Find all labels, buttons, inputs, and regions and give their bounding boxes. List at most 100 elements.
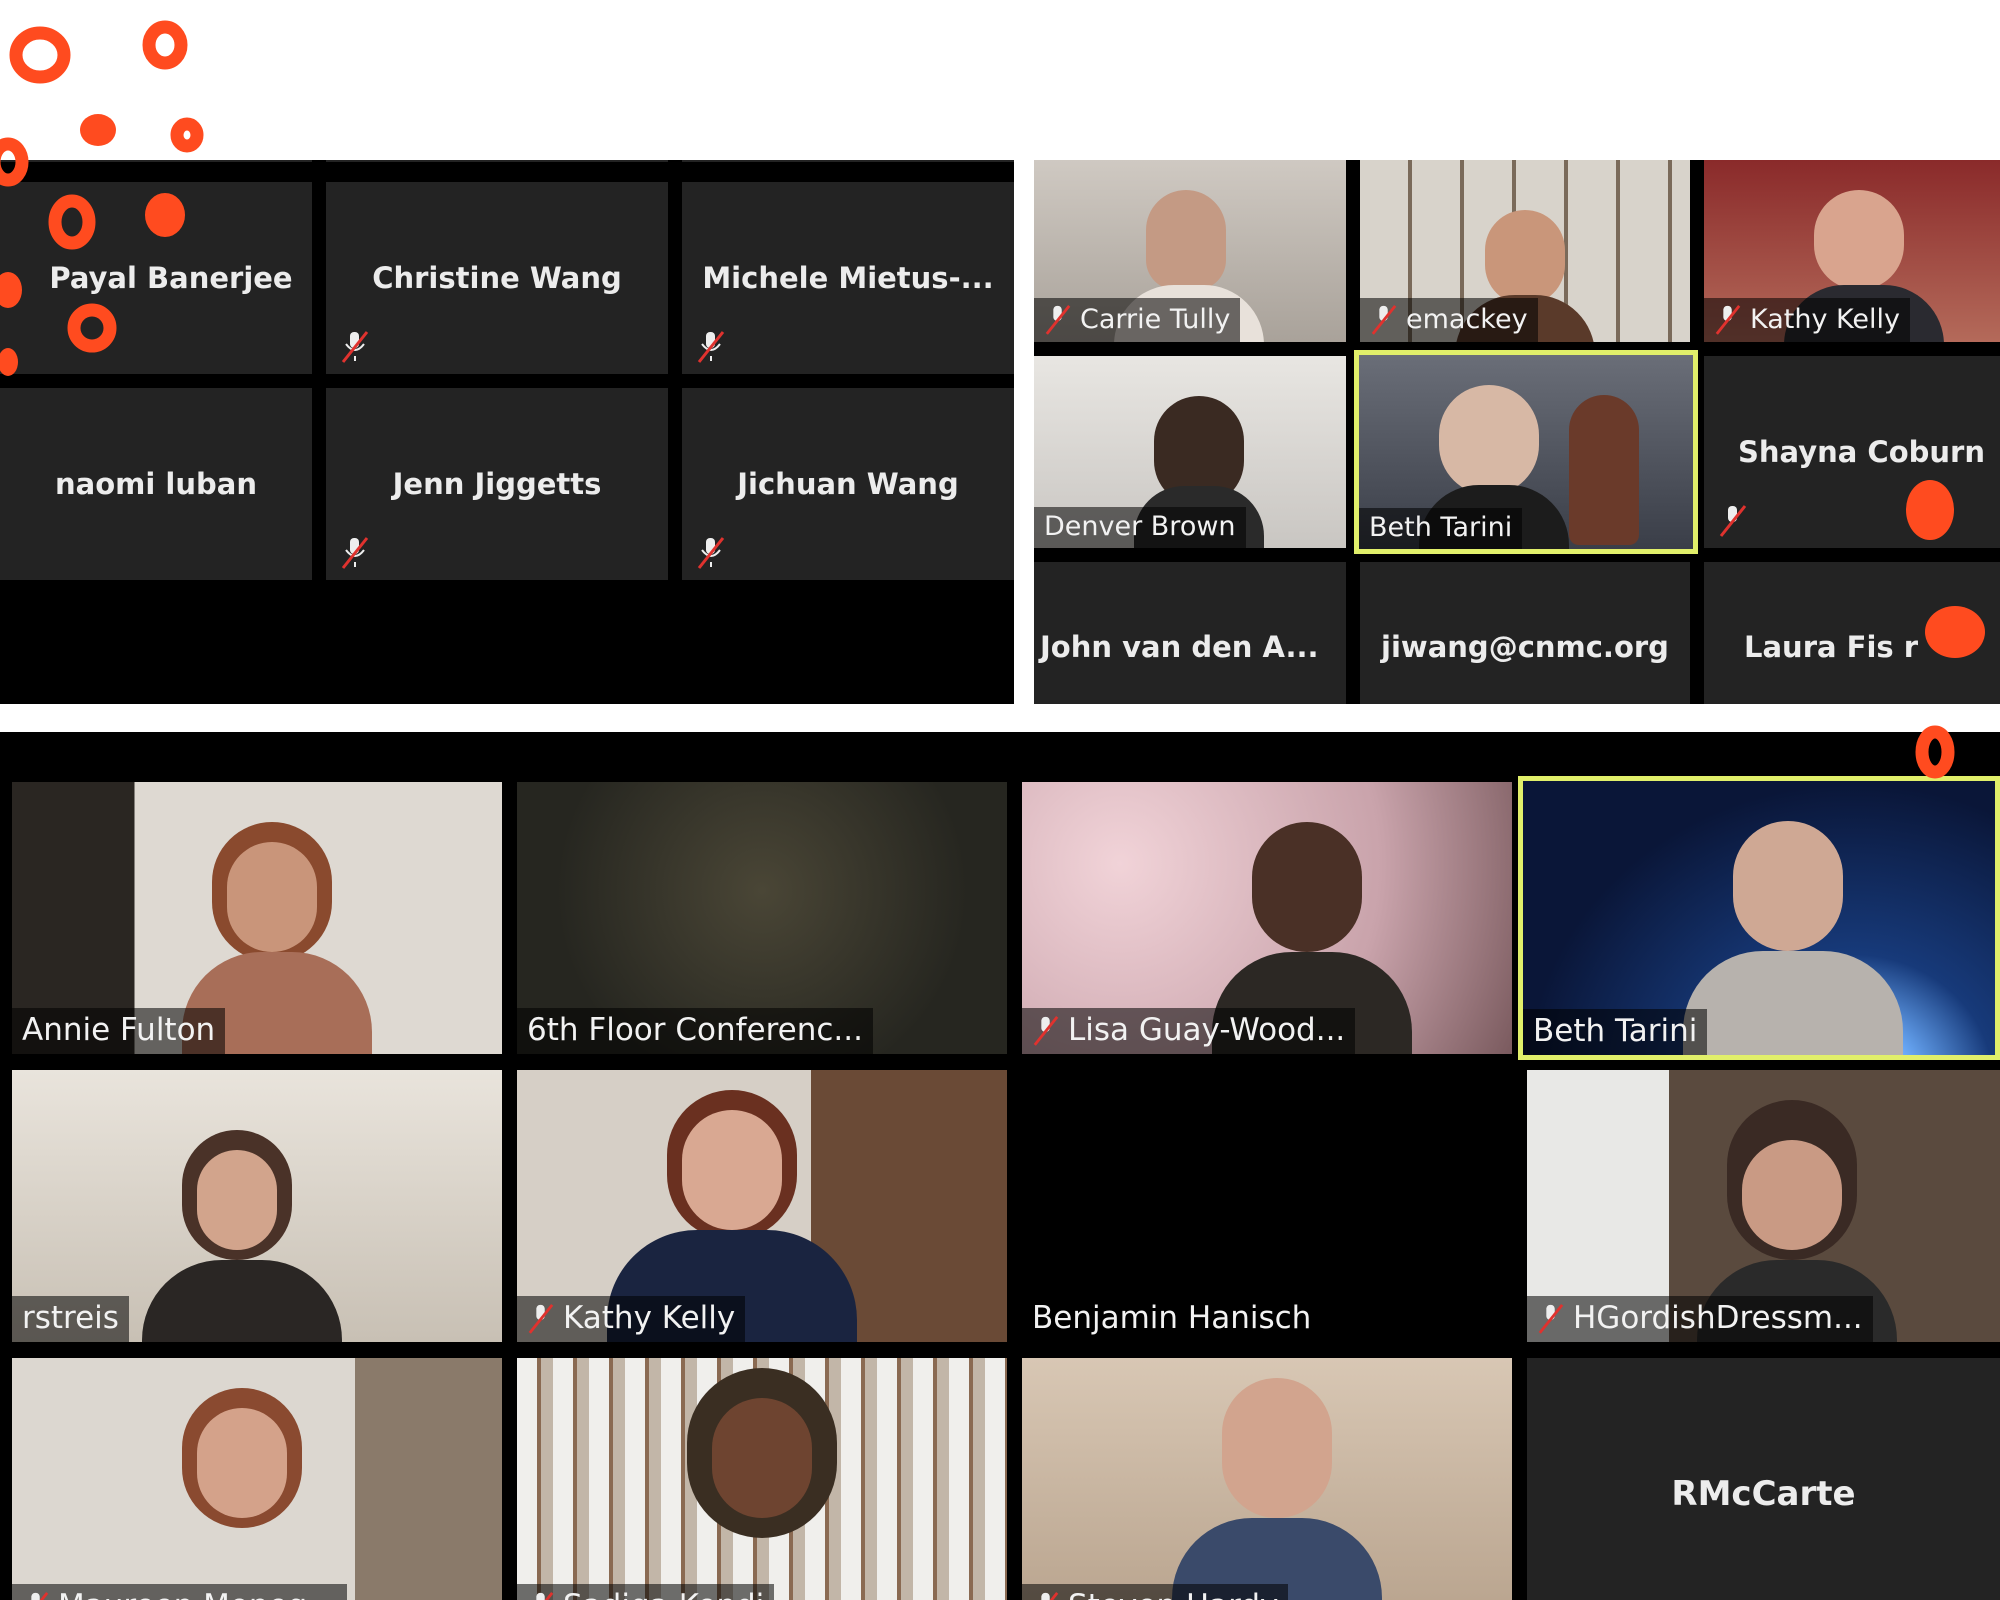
participant-silhouette	[1222, 1378, 1332, 1518]
participant-tile-partial[interactable]	[682, 160, 1014, 162]
participant-name: RMcCarte	[1671, 1474, 1856, 1514]
participant-silhouette	[197, 1408, 287, 1518]
participant-tile[interactable]: John van den A...	[1034, 562, 1346, 704]
participant-name: HGordishDressm...	[1573, 1300, 1863, 1336]
participant-label: 6th Floor Conferenc...	[517, 1008, 873, 1054]
participant-name: Laura Fis r	[1744, 630, 1919, 664]
participant-video-tile[interactable]: rstreis	[12, 1070, 502, 1342]
participant-tile[interactable]: Jenn Jiggetts	[326, 388, 668, 580]
participant-video-tile[interactable]: Kathy Kelly	[517, 1070, 1007, 1342]
participant-label: Lisa Guay-Wood...	[1022, 1008, 1356, 1054]
participant-name: Beth Tarini	[1369, 512, 1513, 543]
participant-name: Beth Tarini	[1533, 1013, 1698, 1049]
participant-label: Benjamin Hanisch	[1022, 1296, 1322, 1342]
participant-label: HGordishDressm...	[1527, 1296, 1873, 1342]
participant-tile[interactable]: Christine Wang	[326, 182, 668, 374]
mic-muted-icon	[340, 534, 370, 570]
participant-tile[interactable]: RMcCarte	[1527, 1358, 2000, 1600]
participant-silhouette	[1569, 395, 1639, 545]
annotation-circle	[170, 117, 204, 153]
mic-muted-icon	[696, 328, 726, 364]
participant-name: rstreis	[22, 1300, 119, 1336]
participant-label: Sadiqa Kendi	[517, 1584, 775, 1600]
participant-name: jiwang@cnmc.org	[1381, 630, 1669, 664]
annotation-circle	[142, 20, 188, 70]
participant-label: Annie Fulton	[12, 1008, 226, 1054]
participant-name: Annie Fulton	[22, 1012, 216, 1048]
participant-name: Sadiqa Kendi	[563, 1588, 764, 1600]
participant-name: Kathy Kelly	[563, 1300, 736, 1336]
participant-name: Carrie Tully	[1080, 303, 1231, 335]
participant-video-tile[interactable]: Kathy Kelly	[1704, 160, 2000, 342]
participant-silhouette	[1439, 385, 1539, 495]
participant-name: Shayna Coburn	[1738, 435, 1985, 469]
participant-silhouette	[1733, 821, 1843, 951]
participant-name: Jenn Jiggetts	[392, 467, 602, 501]
participant-tile[interactable]: Jichuan Wang	[682, 388, 1014, 580]
participant-tile[interactable]: jiwang@cnmc.org	[1360, 562, 1690, 704]
participant-silhouette	[1485, 210, 1565, 305]
participant-video-tile[interactable]: Steven Hardy	[1022, 1358, 1512, 1600]
participant-tile[interactable]: Payal Banerjee	[0, 182, 312, 374]
participant-label: Beth Tarini	[1523, 1009, 1708, 1055]
participant-video-tile[interactable]: HGordishDressm...	[1527, 1070, 2000, 1342]
participant-video-tile[interactable]: 6th Floor Conferenc...	[517, 782, 1007, 1054]
participant-label: Carrie Tully	[1034, 298, 1241, 342]
participant-name: Denver Brown	[1044, 511, 1236, 542]
participant-video-tile[interactable]: Sadiqa Kendi	[517, 1358, 1007, 1600]
participant-label: Maureen Moneg...	[12, 1584, 347, 1600]
mic-muted-icon	[1537, 1301, 1565, 1335]
annotation-dot	[80, 114, 116, 146]
participant-name: Michele Mietus-...	[702, 261, 994, 295]
participant-name: Maureen Moneg...	[58, 1588, 337, 1600]
mic-muted-icon	[340, 328, 370, 364]
mic-muted-icon	[1032, 1589, 1060, 1600]
mic-muted-icon	[527, 1301, 555, 1335]
participant-name: Christine Wang	[372, 261, 622, 295]
participant-tile[interactable]: Laura Fis r	[1704, 562, 2000, 704]
participant-silhouette	[142, 1260, 342, 1342]
participant-video-tile[interactable]: Denver Brown	[1034, 356, 1346, 548]
participant-video-tile[interactable]: Annie Fulton	[12, 782, 502, 1054]
participant-name: naomi luban	[55, 467, 257, 501]
meeting-grid-left: Payal Banerjee Christine Wang Michele Mi…	[0, 160, 1014, 704]
participant-label: rstreis	[12, 1296, 129, 1342]
participant-name: John van den A...	[1040, 630, 1319, 664]
participant-label: Kathy Kelly	[1704, 298, 1910, 342]
active-speaker-tile[interactable]: Beth Tarini	[1354, 350, 1698, 554]
mic-muted-icon	[1714, 302, 1742, 336]
participant-video-tile[interactable]: emackey	[1360, 160, 1690, 342]
mic-muted-icon	[696, 534, 726, 570]
participant-name: Steven Hardy	[1068, 1588, 1278, 1600]
participant-label: Kathy Kelly	[517, 1296, 746, 1342]
participant-silhouette	[1814, 190, 1904, 290]
meeting-grid-right: Carrie Tully emackey Kathy Kelly Denver …	[1034, 160, 2000, 704]
participant-name: emackey	[1406, 303, 1528, 335]
participant-silhouette	[682, 1110, 782, 1230]
participant-video-tile[interactable]: Benjamin Hanisch	[1022, 1070, 1512, 1342]
mic-muted-icon	[1032, 1013, 1060, 1047]
mic-muted-icon	[527, 1589, 555, 1600]
participant-video-tile[interactable]: Carrie Tully	[1034, 160, 1346, 342]
participant-tile[interactable]: Michele Mietus-...	[682, 182, 1014, 374]
participant-video-tile[interactable]: Maureen Moneg...	[12, 1358, 502, 1600]
meeting-grid-bottom: Annie Fulton 6th Floor Conferenc... Lisa…	[0, 732, 2000, 1600]
active-speaker-tile[interactable]: Beth Tarini	[1518, 776, 2000, 1060]
participant-label: Steven Hardy	[1022, 1584, 1289, 1600]
participant-tile[interactable]: naomi luban	[0, 388, 312, 580]
participant-name: Payal Banerjee	[49, 261, 293, 295]
participant-label: Denver Brown	[1034, 507, 1246, 548]
mic-muted-icon	[1718, 502, 1748, 538]
participant-name: Kathy Kelly	[1750, 303, 1900, 335]
participant-silhouette	[197, 1150, 277, 1250]
participant-name: 6th Floor Conferenc...	[527, 1012, 863, 1048]
participant-video-tile[interactable]: Lisa Guay-Wood...	[1022, 782, 1512, 1054]
participant-silhouette	[712, 1398, 812, 1518]
mic-muted-icon	[22, 1589, 50, 1600]
participant-name: Jichuan Wang	[737, 467, 959, 501]
participant-silhouette	[227, 842, 317, 952]
participant-tile[interactable]: Shayna Coburn	[1704, 356, 2000, 548]
participant-tile-partial[interactable]	[326, 160, 668, 162]
participant-silhouette	[1683, 951, 1903, 1055]
participant-tile-partial[interactable]	[0, 160, 312, 162]
